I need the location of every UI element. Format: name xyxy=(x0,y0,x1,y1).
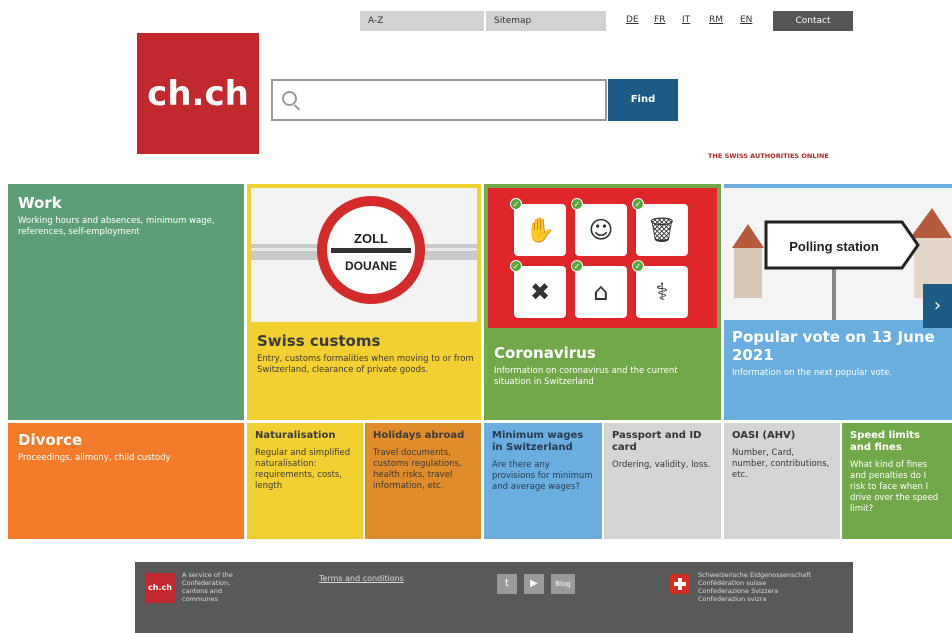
footer: ch.ch A service of the Confederation, ca… xyxy=(135,562,853,633)
contact-button[interactable]: Contact xyxy=(773,11,853,31)
conf-de: Schweizerische Eidgenossenschaft xyxy=(698,571,811,579)
lang-de[interactable]: DE xyxy=(626,15,639,25)
slider-next-button[interactable]: › xyxy=(923,284,952,328)
check-icon: ✓ xyxy=(510,198,522,210)
tile-divorce[interactable]: Divorce Proceedings, alimony, child cust… xyxy=(8,423,244,539)
no-handshake-icon: ✖ xyxy=(514,266,566,318)
tile-desc: Regular and simplified naturalisation: r… xyxy=(255,448,351,491)
tile-naturalisation[interactable]: Naturalisation Regular and simplified na… xyxy=(247,423,363,539)
sign-douane: DOUANE xyxy=(345,259,397,273)
sitemap-link[interactable]: Sitemap xyxy=(486,11,606,31)
tile-desc: Proceedings, alimony, child custody xyxy=(18,453,171,463)
sign-zoll: ZOLL xyxy=(354,231,388,246)
blog-link[interactable]: Blog xyxy=(551,574,575,594)
search-box xyxy=(271,79,607,121)
polling-station-image: Polling station xyxy=(724,188,952,320)
lang-rm[interactable]: RM xyxy=(709,15,723,25)
polling-sign-text: Polling station xyxy=(789,239,879,254)
confederation-text: Schweizerische Eidgenossenschaft Confédé… xyxy=(698,571,848,603)
tile-title: Swiss customs xyxy=(257,332,381,350)
footer-service-text: A service of the Confederation, cantons … xyxy=(182,571,233,603)
site-logo[interactable]: ch.ch xyxy=(137,33,259,154)
tagline: THE SWISS AUTHORITIES ONLINE xyxy=(708,152,829,160)
tile-title: Speed limits and fines xyxy=(850,430,920,453)
swiss-cross-icon xyxy=(670,574,690,594)
tile-desc: Number, Card, number, contributions, etc… xyxy=(732,448,830,480)
tile-desc: Information on the next popular vote. xyxy=(732,368,893,378)
tile-passport-id[interactable]: Passport and ID card Ordering, validity,… xyxy=(604,423,721,539)
tile-title: Work xyxy=(18,194,62,212)
tile-desc: Are there any provisions for minimum and… xyxy=(492,460,593,492)
tile-title: Popular vote on 13 June 2021 xyxy=(732,328,935,364)
search-icon xyxy=(282,91,297,106)
bin-icon: 🗑 xyxy=(636,204,688,256)
tile-holidays-abroad[interactable]: Holidays abroad Travel documents, custom… xyxy=(365,423,481,539)
tile-desc: What kind of fines and penalties do I ri… xyxy=(850,460,939,514)
customs-image: ZOLL DOUANE xyxy=(251,188,477,322)
check-icon: ✓ xyxy=(571,260,583,272)
conf-it: Confederazione Svizzera xyxy=(698,587,779,595)
tile-coronavirus[interactable]: ✋ ☺ 🗑 ✖ ⌂ ⚕ ✓ ✓ ✓ ✓ ✓ ✓ Coronavirus Info… xyxy=(484,184,721,420)
cough-icon: ☺ xyxy=(575,204,627,256)
conf-rm: Confederaziun svizra xyxy=(698,595,767,603)
search-input[interactable] xyxy=(305,87,600,113)
tile-title: Coronavirus xyxy=(494,344,596,362)
tile-desc: Working hours and absences, minimum wage… xyxy=(18,216,215,237)
az-link[interactable]: A-Z xyxy=(360,11,484,31)
find-button[interactable]: Find xyxy=(608,79,678,121)
tile-desc: Entry, customs formalities when moving t… xyxy=(257,354,474,375)
check-icon: ✓ xyxy=(632,198,644,210)
check-icon: ✓ xyxy=(510,260,522,272)
conf-fr: Confédération suisse xyxy=(698,579,767,587)
tile-title: Holidays abroad xyxy=(373,430,465,441)
chevron-right-icon: › xyxy=(933,295,942,316)
check-icon: ✓ xyxy=(571,198,583,210)
tile-minimum-wages[interactable]: Minimum wages in Switzerland Are there a… xyxy=(484,423,602,539)
terms-link[interactable]: Terms and conditions xyxy=(319,574,404,583)
youtube-icon[interactable]: ▶ xyxy=(524,574,544,594)
twitter-icon[interactable]: t xyxy=(497,574,517,594)
hand-wash-icon: ✋ xyxy=(514,204,566,256)
footer-logo[interactable]: ch.ch xyxy=(145,573,175,603)
tile-title: Divorce xyxy=(18,431,83,449)
lang-fr[interactable]: FR xyxy=(654,15,665,25)
lang-it[interactable]: IT xyxy=(682,15,690,25)
tile-desc: Information on coronavirus and the curre… xyxy=(494,366,678,387)
tile-desc: Ordering, validity, loss. xyxy=(612,460,711,470)
tile-title: OASI (AHV) xyxy=(732,430,796,441)
check-icon: ✓ xyxy=(632,260,644,272)
tile-title: Minimum wages in Switzerland xyxy=(492,430,584,453)
tile-work[interactable]: Work Working hours and absences, minimum… xyxy=(8,184,244,420)
tile-popular-vote[interactable]: Polling station Popular vote on 13 June … xyxy=(724,184,952,420)
tile-desc: Travel documents, customs regulations, h… xyxy=(373,448,462,491)
lang-en[interactable]: EN xyxy=(740,15,752,25)
tile-oasi[interactable]: OASI (AHV) Number, Card, number, contrib… xyxy=(724,423,840,539)
tile-speed-limits[interactable]: Speed limits and fines What kind of fine… xyxy=(842,423,952,539)
tile-title: Passport and ID card xyxy=(612,430,702,453)
tile-customs[interactable]: ZOLL DOUANE Swiss customs Entry, customs… xyxy=(247,184,481,420)
stethoscope-icon: ⚕ xyxy=(636,266,688,318)
coronavirus-image: ✋ ☺ 🗑 ✖ ⌂ ⚕ ✓ ✓ ✓ ✓ ✓ ✓ xyxy=(488,188,717,328)
stay-home-icon: ⌂ xyxy=(575,266,627,318)
tile-title: Naturalisation xyxy=(255,430,336,441)
